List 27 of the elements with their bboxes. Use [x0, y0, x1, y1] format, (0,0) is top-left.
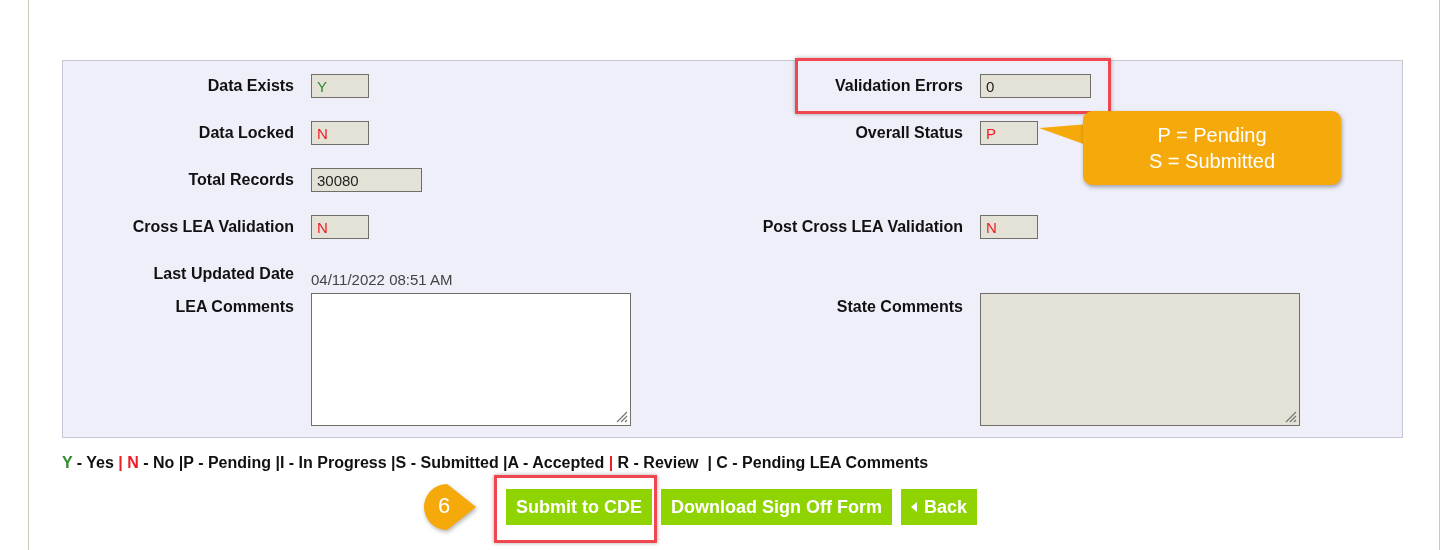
field-label: Last Updated Date: [153, 265, 294, 283]
readonly-field[interactable]: N: [311, 121, 369, 145]
readonly-field[interactable]: 0: [980, 74, 1091, 98]
step-badge: 6: [422, 482, 478, 532]
date-text: 04/11/2022 08:51 AM: [311, 270, 453, 288]
legend-text: Y - Yes | N - No |P - Pending |I - In Progress |S - Submitted |A - Accepted | R - Review | C - Pending LEA Comments: [62, 454, 930, 472]
readonly-field[interactable]: 30080: [311, 168, 422, 192]
resize-grip-icon[interactable]: [614, 409, 628, 423]
comments-textarea[interactable]: [311, 293, 631, 426]
field-label: Data Exists: [207, 77, 294, 95]
field-label: Cross LEA Validation: [132, 218, 294, 236]
field-label: State Comments: [836, 298, 963, 316]
field-label: Overall Status: [855, 124, 963, 142]
readonly-field[interactable]: N: [311, 215, 369, 239]
action-button[interactable]: Download Sign Off Form: [661, 489, 892, 525]
action-button[interactable]: Submit to CDE: [506, 489, 652, 525]
field-label: Data Locked: [198, 124, 294, 142]
field-label: Post Cross LEA Validation: [762, 218, 963, 236]
field-label: Validation Errors: [834, 77, 963, 95]
field-label: Total Records: [188, 171, 294, 189]
readonly-field[interactable]: N: [980, 215, 1038, 239]
caret-icon: [911, 502, 917, 512]
readonly-field[interactable]: P: [980, 121, 1038, 145]
action-button[interactable]: Back: [901, 489, 977, 525]
field-label: LEA Comments: [175, 298, 294, 316]
readonly-field[interactable]: Y: [311, 74, 369, 98]
callout-tooltip: P = Pending S = Submitted: [1083, 111, 1341, 185]
